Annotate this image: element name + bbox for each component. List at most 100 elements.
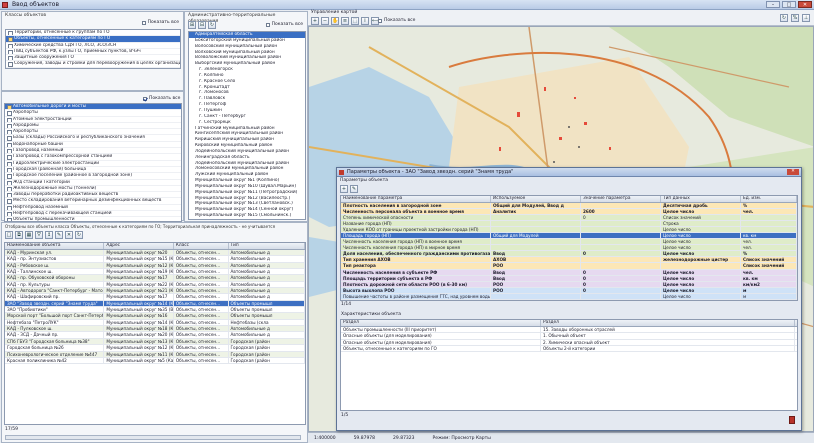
pin-icon[interactable]: ⊥	[802, 14, 810, 22]
tree-expand-icon[interactable]: ⊞	[188, 21, 196, 29]
types-list[interactable]: Автомобильные дороги и мосты Аэропорты Ато…	[4, 103, 182, 222]
table-cell: Муниципальный округ №12 (Ка...	[106, 262, 174, 269]
param-cell: Целое число	[661, 245, 741, 251]
dialog-add-icon[interactable]: +	[340, 185, 348, 193]
table-cell: Объекты, отнесен...	[174, 262, 229, 269]
characteristic-cell: Объекты 2-й категории	[541, 346, 795, 352]
table-cell: КАД - пр. Культуры	[5, 281, 105, 288]
column-header[interactable]: Тип	[229, 243, 305, 249]
param-cell: чел.	[741, 209, 797, 215]
classes-list[interactable]: Территории, отнесенные к группам по ГО Об…	[5, 29, 181, 69]
tree-collapse-icon[interactable]: ⊟	[198, 21, 206, 29]
table-cell: Объекты, отнесен...	[174, 256, 229, 262]
param-cell: кв. км	[741, 275, 797, 281]
types-show-all[interactable]: Показать все	[143, 96, 180, 101]
zoom-in-icon[interactable]: +	[311, 17, 319, 25]
param-cell: Тип реактора	[341, 263, 491, 269]
hand-icon[interactable]: ✋	[331, 17, 339, 25]
object-params-dialog: Параметры объекта - ЗАО "Завод звездн. с…	[336, 167, 802, 431]
minimize-button[interactable]: –	[766, 1, 780, 8]
tree-node[interactable]: Муниципальный округ №15 (Смольнинск.)	[189, 213, 305, 219]
dialog-title: Параметры объекта - ЗАО "Завод звездн. с…	[347, 169, 514, 175]
percent-icon[interactable]: %	[791, 14, 799, 22]
maximize-button[interactable]: □	[782, 1, 796, 8]
map-show-all-checkbox[interactable]	[378, 18, 382, 23]
table-cell: КАД - Автодорога "Санкт-Петербург - Мато…	[7, 288, 105, 294]
column-header[interactable]: Адрес	[104, 243, 174, 249]
table-cell: Муниципальный округ №14 (Ка...	[106, 319, 174, 326]
select-icon[interactable]: ⬚	[351, 17, 359, 25]
table-cell: Автомобильные д	[229, 262, 305, 269]
status-field: 59.87978	[353, 435, 376, 441]
save-icon[interactable]	[789, 416, 795, 424]
close-button[interactable]: ✕	[798, 1, 812, 8]
objects-hscroll[interactable]	[5, 435, 301, 440]
dialog-toolbar: + ✎	[340, 185, 358, 193]
characteristic-cell: 1. Обычный объект	[541, 333, 795, 339]
table-cell: Городская (район	[229, 338, 305, 345]
table-cell: Нефтебаза "ПетроЛУК"	[5, 319, 105, 326]
column-header[interactable]: Тип данных	[661, 196, 741, 202]
ato-show-all[interactable]: Показать все	[265, 22, 303, 27]
map-show-all[interactable]: Показать все	[378, 18, 415, 23]
types-show-all-checkbox[interactable]	[143, 96, 147, 101]
param-cell: Численность персонала объекта в военное …	[341, 209, 491, 215]
sort-icon[interactable]: ↕	[45, 231, 53, 239]
column-header[interactable]: Наименование параметра	[341, 196, 491, 202]
param-cell	[491, 293, 581, 299]
classes-show-all-checkbox[interactable]	[141, 20, 146, 25]
filter-icon[interactable]: ⛛	[35, 231, 43, 239]
param-cell	[581, 233, 661, 239]
param-cell: Плотность дорожной сети области РОО (в 6…	[341, 281, 491, 287]
app-icon	[2, 2, 8, 8]
layers-icon[interactable]: ≡	[341, 17, 349, 25]
dialog-close-button[interactable]: ✕	[787, 169, 799, 175]
map-show-all-label: Показать все	[384, 18, 416, 23]
table-cell: Муниципальный округ №15 (Ка...	[106, 256, 174, 262]
zoom-out-icon[interactable]: −	[321, 17, 329, 25]
param-cell	[581, 221, 661, 227]
column-header[interactable]: Раздел	[341, 320, 541, 326]
column-header[interactable]: Класс	[174, 243, 229, 249]
dialog-edit-icon[interactable]: ✎	[350, 185, 358, 193]
column-header[interactable]: Наименование объекта	[5, 243, 105, 249]
table-cell: Муниципальный округ №17	[104, 294, 174, 300]
rotate-icon[interactable]: ↻	[780, 14, 788, 22]
dialog-tab[interactable]: Параметры объекта	[337, 177, 801, 184]
classes-show-all[interactable]: Показать все	[141, 20, 179, 25]
column-header[interactable]: Раздел	[541, 320, 795, 326]
copy-icon[interactable]: ⧉	[15, 231, 23, 239]
column-header[interactable]: Значение параметра	[581, 196, 661, 202]
refresh-icon[interactable]: ↻	[75, 231, 83, 239]
dialog-title-bar: Параметры объекта - ЗАО "Завод звездн. с…	[337, 168, 801, 177]
param-cell: Удаление КОО от границы проектной застро…	[341, 227, 491, 233]
param-row[interactable]: Повышение частоты в районе размещения ГТ…	[341, 293, 797, 300]
param-cell: м	[741, 293, 797, 299]
column-header[interactable]: Используемое	[491, 196, 581, 202]
tree-refresh-icon[interactable]: ↻	[208, 21, 216, 29]
param-cell: Доля населения, обеспеченного граждански…	[343, 251, 491, 257]
table-cell: Автомобильные д	[229, 275, 305, 281]
classes-header: Классы объектов	[5, 13, 46, 18]
table-cell: Муниципальный округ №17	[104, 275, 174, 281]
table-cell: Муниципальный округ №13 (Ка...	[106, 338, 174, 345]
param-cell	[581, 293, 661, 299]
ato-tree[interactable]: Адмиралтейская область Бокситогорский мун…	[188, 31, 306, 220]
table-cell: Городская (район	[229, 345, 305, 351]
column-header[interactable]: Ед. изм.	[741, 196, 797, 202]
param-cell: Список значений	[741, 263, 797, 269]
ato-panel: Административно-территориальные образова…	[184, 11, 308, 222]
table-row[interactable]: Красная поликлиника №42 Муниципальный окр…	[5, 357, 305, 365]
grid-icon[interactable]: ▦	[25, 231, 33, 239]
class-item[interactable]: Сооружения, заводы и стройки для перевоо…	[6, 61, 180, 68]
ato-show-all-checkbox[interactable]	[265, 22, 270, 27]
delete-icon[interactable]: ✕	[65, 231, 73, 239]
table-cell: ЗАО "Завод звездн. серий "Знамя труда"	[5, 300, 105, 307]
param-cell: РОО	[491, 287, 581, 293]
table-cell: Объекты, отнесен...	[174, 307, 229, 313]
edit-icon[interactable]: ✎	[55, 231, 63, 239]
info-icon[interactable]: i	[361, 17, 369, 25]
characteristic-row[interactable]: Объекты, отнесенные к категориям по ГО Об…	[341, 346, 797, 353]
new-icon[interactable]: □	[5, 231, 13, 239]
table-cell: Объекты, отнесен...	[174, 351, 229, 357]
